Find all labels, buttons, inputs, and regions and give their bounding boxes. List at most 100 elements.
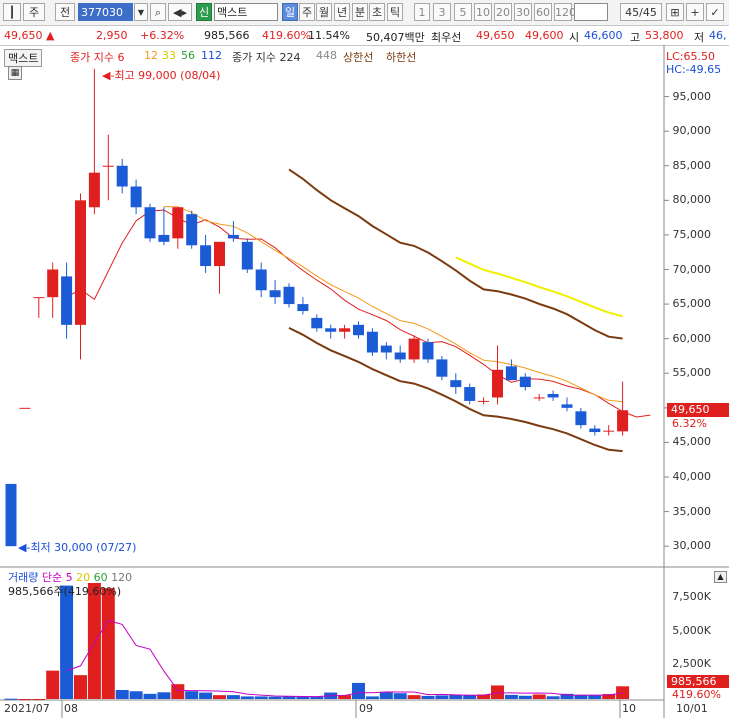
volume-bar xyxy=(574,695,588,699)
candle-body xyxy=(603,430,615,432)
volume-bar xyxy=(60,585,74,699)
candle-body xyxy=(366,331,378,353)
candle-body xyxy=(75,200,86,325)
price-tick-label: 70,000 xyxy=(672,262,712,276)
candle-body xyxy=(575,411,587,426)
volume-bar xyxy=(240,696,254,699)
candle-body xyxy=(130,186,142,208)
volume-bar xyxy=(101,588,115,699)
volume-info: 985,566주(419.60%) xyxy=(8,585,122,598)
candle-body xyxy=(589,428,601,433)
volume-marker: 985,566 xyxy=(667,675,729,688)
candle-body xyxy=(547,394,559,398)
candle-body xyxy=(478,400,490,402)
candle-body xyxy=(172,207,184,239)
volume-bar xyxy=(504,694,518,699)
candle-body xyxy=(617,410,629,432)
volume-tick-label: 2,500K xyxy=(672,657,711,670)
candle-body xyxy=(47,269,59,298)
volume-bar xyxy=(518,695,532,699)
candle-body xyxy=(269,290,281,298)
candle-body xyxy=(200,245,212,267)
date-label-10: 10 xyxy=(622,702,636,715)
date-label-10-01: 10/01 xyxy=(676,702,708,715)
price-tick-label: 75,000 xyxy=(672,227,712,241)
volume-bar xyxy=(129,691,143,699)
candle-body xyxy=(33,297,45,299)
candle-body xyxy=(5,483,17,547)
volume-bar xyxy=(254,696,268,699)
high-annotation: ◀-최고 99,000 (08/04) xyxy=(102,69,221,82)
candle-body xyxy=(492,369,503,398)
candle-body xyxy=(450,380,462,388)
candle-body xyxy=(408,338,420,360)
candle-body xyxy=(186,214,198,246)
volume-bar xyxy=(74,675,87,699)
price-volume-chart xyxy=(0,45,729,718)
date-label-09: 09 xyxy=(359,702,373,715)
volume-bar xyxy=(46,670,60,699)
candle-body xyxy=(88,172,100,208)
candle-body xyxy=(325,328,337,332)
panel-collapse-icon[interactable]: ▲ xyxy=(714,571,727,583)
candle-body xyxy=(255,269,267,291)
price-tick-label: 45,000 xyxy=(672,435,712,449)
volume-bar xyxy=(379,692,393,699)
volume-bar xyxy=(87,583,101,699)
candle-body xyxy=(214,241,225,267)
volume-ma5-line xyxy=(66,619,623,698)
date-label-2021-07: 2021/07 xyxy=(4,702,50,715)
candle-body xyxy=(227,234,239,239)
candle-body xyxy=(464,387,476,401)
volume-bar xyxy=(32,699,46,700)
volume-bar xyxy=(213,695,226,699)
candle-body xyxy=(533,397,545,399)
candle-body xyxy=(102,165,114,167)
candle-body xyxy=(144,207,156,239)
candle-body xyxy=(311,317,323,329)
candle-body xyxy=(241,241,253,270)
volume-pct-marker: 419.60% xyxy=(672,688,721,701)
price-tick-label: 60,000 xyxy=(672,331,712,345)
candle-body xyxy=(380,345,392,353)
volume-bar xyxy=(435,695,449,699)
price-tick-label: 80,000 xyxy=(672,193,712,207)
volume-bar xyxy=(491,685,504,699)
volume-bar xyxy=(171,684,185,699)
volume-bar xyxy=(352,682,365,699)
price-tick-label: 30,000 xyxy=(672,539,712,553)
volume-bar xyxy=(588,695,602,699)
candle-body xyxy=(436,359,448,377)
candle-body xyxy=(505,366,517,381)
volume-bar xyxy=(115,689,129,699)
price-tick-label: 55,000 xyxy=(672,366,712,380)
volume-bar xyxy=(407,695,421,699)
volume-bar xyxy=(157,692,171,699)
candle-body xyxy=(353,324,364,336)
candle-body xyxy=(61,276,73,325)
candle-body xyxy=(19,407,31,409)
volume-bar xyxy=(393,693,407,699)
volume-bar xyxy=(18,699,32,700)
volume-bar xyxy=(282,696,296,699)
candle-body xyxy=(297,304,309,311)
price-tick-label: 65,000 xyxy=(672,297,712,311)
candle-body xyxy=(283,286,295,305)
candle-body xyxy=(116,165,128,187)
price-tick-label: 85,000 xyxy=(672,158,712,172)
candle-body xyxy=(422,342,434,360)
volume-bar xyxy=(546,696,560,699)
price-tick-label: 95,000 xyxy=(672,89,712,103)
price-tick-label: 40,000 xyxy=(672,470,712,483)
candle-body xyxy=(394,352,406,360)
volume-bar xyxy=(365,696,379,699)
volume-tick-label: 7,500K xyxy=(672,590,711,603)
volume-bar xyxy=(268,696,282,699)
volume-bar xyxy=(532,694,546,699)
volume-bar xyxy=(616,686,630,699)
candle-body xyxy=(561,404,573,408)
volume-bar xyxy=(421,695,435,699)
left-arrow-icon: ◀- xyxy=(18,541,31,554)
left-arrow-icon: ◀- xyxy=(102,69,115,82)
envelope-upper xyxy=(288,168,623,340)
